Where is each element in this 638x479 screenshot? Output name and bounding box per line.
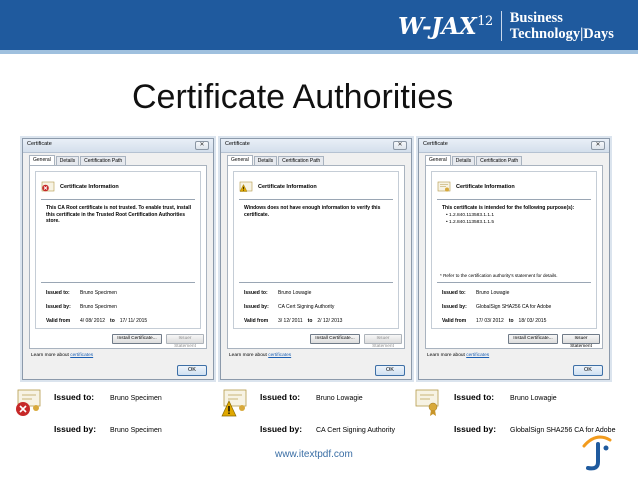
trust-message: This CA Root certificate is not trusted.… [46,205,192,224]
dialog-title: Certificate [423,141,448,147]
cert-warning-icon [239,181,253,192]
tab-general[interactable]: General [227,155,253,165]
tab-bar: General Details Certification Path [227,155,325,165]
learn-more: Learn more about certificates [229,353,292,358]
purpose-item: • 1.2.840.113583.1.1.5 [446,219,495,225]
ok-button[interactable]: OK [177,365,207,376]
issued-by-row: Issued by: CA Cert Signing Authority [244,304,335,310]
summary-issued-by: Issued by: CA Cert Signing Authority [260,424,395,434]
wjax-logo: W-JAX12 [398,12,493,40]
issuer-statement-button[interactable]: Issuer Statement [364,334,402,349]
header-band: W-JAX12 Business Technology|Days [0,0,638,50]
valid-row: Valid from 3/ 12/ 2011 to 2/ 12/ 2013 [244,318,343,324]
close-icon[interactable]: ✕ [393,141,407,150]
dialog-titlebar: Certificate ✕ [23,139,213,153]
install-certificate-button[interactable]: Install Certificate... [310,334,360,344]
dialog-titlebar: Certificate ✕ [221,139,411,153]
tab-bar: General Details Certification Path [29,155,127,165]
learn-more: Learn more about certificates [31,353,94,358]
general-panel: Certificate Information This certificate… [425,165,603,349]
cert-error-icon [16,389,41,416]
ok-button[interactable]: OK [375,365,405,376]
tab-general[interactable]: General [29,155,55,165]
info-title: Certificate Information [456,184,515,190]
ok-button[interactable]: OK [573,365,603,376]
dialog-title: Certificate [27,141,52,147]
issued-to-row: Issued to: Bruno Lowagie [442,290,510,296]
divider [41,282,195,283]
dialog-titlebar: Certificate ✕ [419,139,609,153]
divider [239,282,393,283]
install-certificate-button[interactable]: Install Certificate... [508,334,558,344]
valid-row: Valid from 17/ 03/ 2012 to 18/ 03/ 2015 [442,318,547,324]
footer-url: www.itextpdf.com [275,449,353,460]
issued-to-row: Issued to: Bruno Specimen [46,290,117,296]
summary-issued-to: Issued to: Bruno Specimen [54,392,162,402]
issuer-statement-button[interactable]: Issuer Statement [562,334,600,349]
issued-by-row: Issued by: GlobalSign SHA256 CA for Adobe [442,304,552,310]
summary-2: Issued to: Bruno Lowagie Issued by: CA Cer… [220,386,420,446]
certificates-link[interactable]: certificates [466,353,489,358]
brand-separator [500,11,502,41]
issued-by-row: Issued by: Bruno Specimen [46,304,117,310]
issued-to-row: Issued to: Bruno Lowagie [244,290,312,296]
certificate-info-box: Certificate Information This certificate… [431,171,597,329]
tab-details[interactable]: Details [451,156,476,165]
general-panel: Certificate Information Windows does not… [227,165,405,349]
purpose-list: • 1.2.840.113583.1.1.1 • 1.2.840.113583.… [446,213,494,226]
summary-issued-to: Issued to: Bruno Lowagie [260,392,363,402]
itext-logo-icon [582,435,612,471]
refer-note: * Refer to the certification authority's… [440,273,558,278]
divider [239,199,393,200]
cert-error-icon [41,181,55,192]
header-stripe [0,50,638,54]
brand-tagline: Business Technology|Days [509,10,614,42]
install-certificate-button[interactable]: Install Certificate... [112,334,162,344]
tab-general[interactable]: General [425,155,451,165]
learn-more: Learn more about certificates [427,353,490,358]
certificate-info-box: Certificate Information This CA Root cer… [35,171,201,329]
general-panel: Certificate Information This CA Root cer… [29,165,207,349]
certificate-dialog-1: Certificate ✕ General Details Certificat… [22,138,214,380]
info-title: Certificate Information [258,184,317,190]
dialog-title: Certificate [225,141,250,147]
tab-certification-path[interactable]: Certification Path [476,156,523,165]
certificates-link[interactable]: certificates [268,353,291,358]
tab-certification-path[interactable]: Certification Path [80,156,127,165]
tab-bar: General Details Certification Path [425,155,523,165]
close-icon[interactable]: ✕ [195,141,209,150]
summary-issued-by: Issued by: Bruno Specimen [54,424,162,434]
certificates-link[interactable]: certificates [70,353,93,358]
issuer-statement-button[interactable]: Issuer Statement [166,334,204,349]
tab-certification-path[interactable]: Certification Path [278,156,325,165]
certificate-dialog-2: Certificate ✕ General Details Certificat… [220,138,412,380]
trust-message: This certificate is intended for the fol… [442,205,575,211]
cert-ok-icon [437,181,451,192]
divider [41,199,195,200]
divider [437,282,591,283]
tab-details[interactable]: Details [55,156,80,165]
certificate-dialog-3: Certificate ✕ General Details Certificat… [418,138,610,380]
certificate-info-box: Certificate Information Windows does not… [233,171,399,329]
summary-issued-to: Issued to: Bruno Lowagie [454,392,557,402]
divider [437,199,591,200]
summary-1: Issued to: Bruno Specimen Issued by: Bruno… [14,386,214,446]
brand: W-JAX12 Business Technology|Days [398,8,614,44]
info-title: Certificate Information [60,184,119,190]
tab-details[interactable]: Details [253,156,278,165]
slide-title: Certificate Authorities [132,78,454,116]
trust-message: Windows does not have enough information… [244,205,381,218]
valid-row: Valid from 4/ 08/ 2012 to 17/ 11/ 2015 [46,318,148,324]
cert-ok-icon [415,389,439,416]
purpose-item: • 1.2.840.113583.1.1.1 [446,213,495,218]
cert-warning-icon [221,389,247,417]
close-icon[interactable]: ✕ [591,141,605,150]
